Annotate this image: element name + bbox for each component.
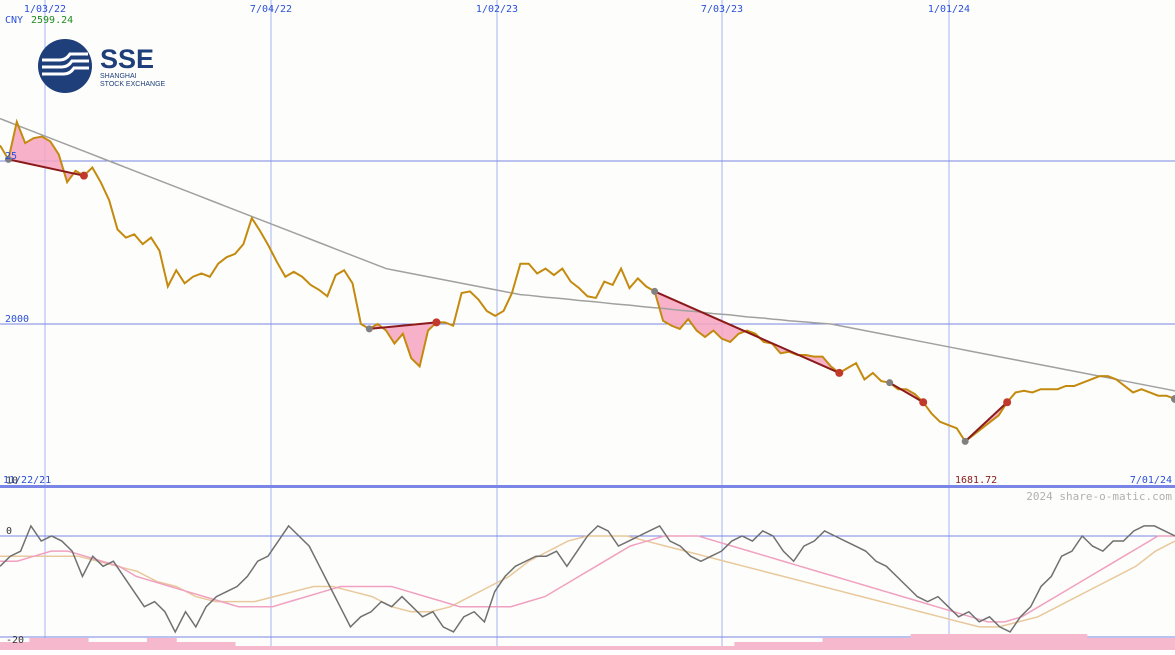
volume-bar bbox=[969, 634, 999, 650]
oscillator-tick-label: 0 bbox=[6, 526, 12, 537]
volume-bar bbox=[1028, 634, 1058, 650]
trend-end-marker bbox=[432, 318, 440, 326]
trend-end-marker bbox=[1003, 398, 1011, 406]
volume-bar bbox=[118, 642, 148, 650]
logo-line2: STOCK EXCHANGE bbox=[100, 81, 166, 88]
trend-end-marker bbox=[80, 172, 88, 180]
volume-bar bbox=[617, 646, 647, 650]
watermark-label: 2024 share-o-matic.com bbox=[1026, 490, 1172, 503]
volume-bar bbox=[529, 646, 559, 650]
stock-chart: 1/03/22 7/04/22 1/02/23 7/03/23 1/01/24 25 200… bbox=[0, 0, 1175, 650]
chart-background bbox=[0, 0, 1175, 650]
logo-name: SSE bbox=[100, 44, 154, 74]
chart-area: 1/03/22 7/04/22 1/02/23 7/03/23 1/01/24 25 200… bbox=[0, 0, 1175, 650]
volume-bar bbox=[676, 646, 706, 650]
volume-bar bbox=[1146, 638, 1175, 650]
volume-bar bbox=[911, 634, 941, 650]
volume-bar bbox=[764, 642, 794, 650]
volume-bar bbox=[1087, 638, 1117, 650]
x-axis-top-label: 7/04/22 bbox=[250, 4, 292, 15]
volume-bar bbox=[176, 642, 206, 650]
volume-bar bbox=[940, 634, 970, 650]
volume-bar bbox=[646, 646, 676, 650]
volume-bar bbox=[705, 646, 735, 650]
trend-start-marker bbox=[366, 325, 373, 332]
sse-logo: SSE SHANGHAI STOCK EXCHANGE bbox=[38, 39, 166, 93]
trend-end-marker bbox=[919, 398, 927, 406]
x-axis-top-label: 1/03/22 bbox=[24, 4, 66, 15]
volume-bar bbox=[147, 638, 177, 650]
volume-bar bbox=[823, 638, 853, 650]
y-tick-label: 25 bbox=[5, 151, 17, 162]
volume-bar bbox=[470, 646, 500, 650]
trend-end-marker bbox=[835, 369, 843, 377]
volume-bar bbox=[294, 646, 324, 650]
volume-bar bbox=[499, 646, 529, 650]
oscillator-tick-label: -20 bbox=[6, 635, 24, 646]
trend-start-marker bbox=[651, 288, 658, 295]
x-axis-top-label: 1/01/24 bbox=[928, 4, 970, 15]
volume-bar bbox=[382, 646, 412, 650]
y-tick-label: 2000 bbox=[5, 314, 29, 325]
volume-bar bbox=[29, 638, 59, 650]
volume-bar bbox=[206, 642, 236, 650]
volume-bar bbox=[1058, 634, 1088, 650]
volume-bar bbox=[88, 642, 118, 650]
volume-bar bbox=[588, 646, 618, 650]
oscillator-tick-label: 10 bbox=[6, 476, 18, 487]
last-value-label: 2599.24 bbox=[31, 15, 73, 26]
range-end-label: 7/01/24 bbox=[1130, 475, 1172, 486]
x-axis-top-label: 1/02/23 bbox=[476, 4, 518, 15]
trend-start-marker bbox=[962, 438, 969, 445]
volume-bar bbox=[441, 646, 471, 650]
volume-bar bbox=[59, 638, 89, 650]
trend-start-marker bbox=[886, 379, 893, 386]
volume-bar bbox=[852, 638, 882, 650]
volume-bar bbox=[353, 646, 383, 650]
volume-bar bbox=[323, 646, 353, 650]
currency-label: CNY bbox=[5, 15, 23, 26]
volume-bar bbox=[734, 642, 764, 650]
volume-bar bbox=[235, 646, 265, 650]
x-axis-top-label: 7/03/23 bbox=[701, 4, 743, 15]
volume-bar bbox=[558, 646, 588, 650]
volume-bar bbox=[411, 646, 441, 650]
min-value-label: 1681.72 bbox=[955, 475, 997, 486]
volume-bar bbox=[793, 642, 823, 650]
volume-bar bbox=[881, 638, 911, 650]
logo-line1: SHANGHAI bbox=[100, 73, 137, 80]
volume-bar bbox=[999, 634, 1029, 650]
volume-bar bbox=[264, 646, 294, 650]
volume-bar bbox=[1116, 638, 1146, 650]
